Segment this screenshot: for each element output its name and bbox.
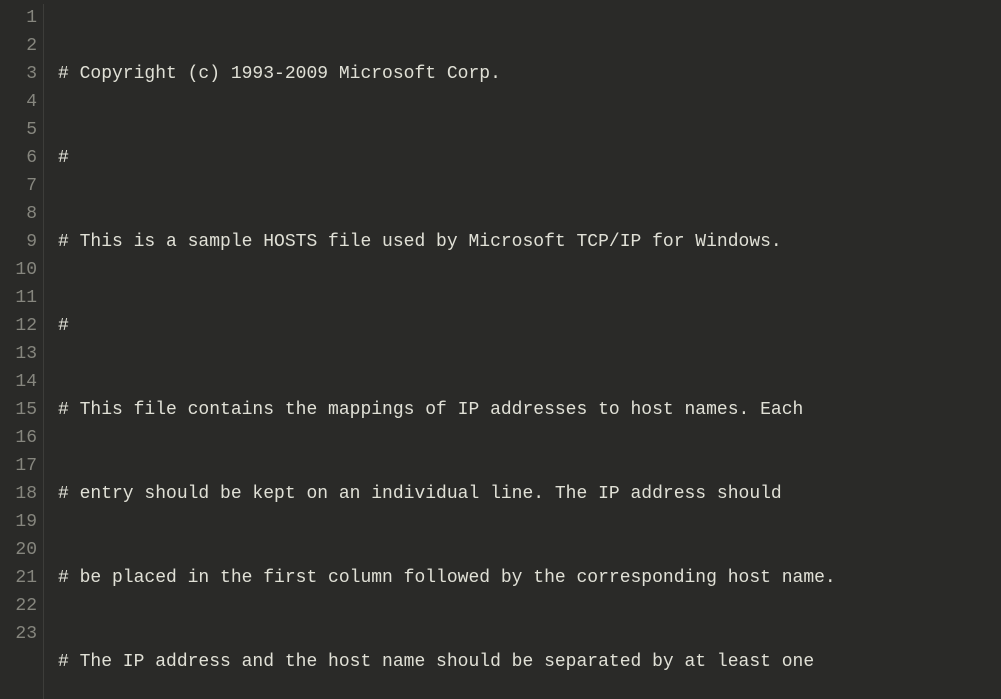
line-number: 1	[0, 4, 37, 32]
line-number: 12	[0, 312, 37, 340]
line-number: 11	[0, 284, 37, 312]
line-number: 9	[0, 228, 37, 256]
code-line[interactable]: # This is a sample HOSTS file used by Mi…	[58, 228, 1001, 256]
code-line[interactable]: # The IP address and the host name shoul…	[58, 648, 1001, 676]
line-number: 10	[0, 256, 37, 284]
line-number: 18	[0, 480, 37, 508]
text-editor[interactable]: 1 2 3 4 5 6 7 8 9 10 11 12 13 14 15 16 1…	[0, 0, 1001, 699]
code-line[interactable]: #	[58, 144, 1001, 172]
line-number: 16	[0, 424, 37, 452]
line-number: 19	[0, 508, 37, 536]
line-number: 4	[0, 88, 37, 116]
code-line[interactable]: # entry should be kept on an individual …	[58, 480, 1001, 508]
line-number: 2	[0, 32, 37, 60]
line-number: 6	[0, 144, 37, 172]
code-line[interactable]: # This file contains the mappings of IP …	[58, 396, 1001, 424]
line-number: 13	[0, 340, 37, 368]
line-number: 15	[0, 396, 37, 424]
line-number: 7	[0, 172, 37, 200]
line-number: 14	[0, 368, 37, 396]
code-line[interactable]: # Copyright (c) 1993-2009 Microsoft Corp…	[58, 60, 1001, 88]
line-number: 3	[0, 60, 37, 88]
line-number: 17	[0, 452, 37, 480]
line-number: 8	[0, 200, 37, 228]
line-number: 22	[0, 592, 37, 620]
line-number: 5	[0, 116, 37, 144]
line-number: 23	[0, 620, 37, 648]
line-number: 21	[0, 564, 37, 592]
line-number-gutter: 1 2 3 4 5 6 7 8 9 10 11 12 13 14 15 16 1…	[0, 4, 44, 699]
line-number: 20	[0, 536, 37, 564]
code-line[interactable]: # be placed in the first column followed…	[58, 564, 1001, 592]
code-line[interactable]: #	[58, 312, 1001, 340]
code-area[interactable]: # Copyright (c) 1993-2009 Microsoft Corp…	[44, 4, 1001, 699]
